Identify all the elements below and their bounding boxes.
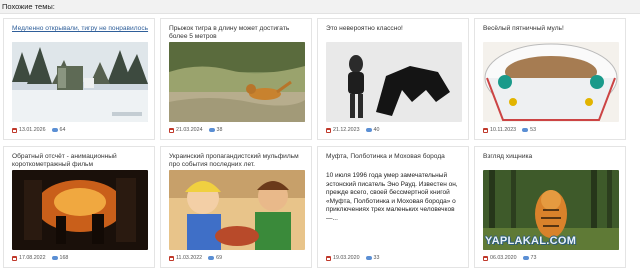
- topic-comment-count: 33: [373, 255, 380, 261]
- comment-icon: [365, 256, 372, 260]
- topic-meta: 06.03.2020 73: [483, 254, 536, 262]
- topic-title-link[interactable]: Медленно открывали, тигру не понравилось: [12, 25, 152, 33]
- topic-title-link[interactable]: Прыжок тигра в длину может достигать бол…: [169, 25, 309, 41]
- topic-card[interactable]: Медленно открывали, тигру не понравилось…: [3, 18, 155, 140]
- topic-title-link[interactable]: Муфта, Полботинка и Моховая борода: [326, 153, 466, 161]
- topic-thumbnail[interactable]: [12, 42, 148, 122]
- topic-meta: 21.03.2024 38: [169, 126, 222, 134]
- topic-card[interactable]: Обратный отсчёт - анимационный короткоме…: [3, 146, 155, 268]
- topic-comment-count: 53: [530, 127, 537, 133]
- topic-meta: 17.08.2022 168: [12, 254, 68, 262]
- comment-icon: [208, 128, 215, 132]
- watermark-logo: YAPLAKAL.COM: [485, 235, 577, 247]
- topic-thumbnail[interactable]: [326, 42, 462, 122]
- topic-thumbnail[interactable]: [169, 170, 305, 250]
- topic-title-link[interactable]: Обратный отсчёт - анимационный короткоме…: [12, 153, 152, 169]
- calendar-icon: [326, 127, 331, 133]
- topic-meta: 11.03.2022 69: [169, 254, 222, 262]
- topic-meta: 10.11.2023 53: [483, 126, 536, 134]
- comment-icon: [51, 256, 58, 260]
- calendar-icon: [483, 127, 488, 133]
- topic-meta: 13.01.2026 64: [12, 126, 65, 134]
- topic-title-link[interactable]: Весёлый пятничный муль!: [483, 25, 623, 33]
- topic-title-link[interactable]: Это невероятно классно!: [326, 25, 466, 33]
- topic-date: 21.12.2023: [333, 127, 360, 133]
- calendar-icon: [326, 255, 331, 261]
- topic-date: 17.08.2022: [19, 255, 46, 261]
- topic-card[interactable]: Это невероятно классно! 21.12.2023 40: [317, 18, 469, 140]
- topic-excerpt: 10 июля 1996 года умер замечательный эст…: [326, 172, 458, 222]
- topic-thumbnail[interactable]: [12, 170, 148, 250]
- topic-card[interactable]: Муфта, Полботинка и Моховая борода 10 ию…: [317, 146, 469, 268]
- comment-icon: [51, 128, 58, 132]
- topic-card[interactable]: Прыжок тигра в длину может достигать бол…: [160, 18, 312, 140]
- comment-icon: [365, 128, 372, 132]
- comment-icon: [522, 128, 529, 132]
- topic-comment-count: 64: [59, 127, 66, 133]
- topic-comment-count: 69: [216, 255, 223, 261]
- topic-date: 06.03.2020: [490, 255, 517, 261]
- comment-icon: [522, 256, 529, 260]
- topic-title-link[interactable]: Украинский пропагандистский мульфильм пр…: [169, 153, 309, 169]
- topic-thumbnail[interactable]: [483, 42, 619, 122]
- similar-topics-header: Похожие темы:: [0, 0, 640, 14]
- topic-comment-count: 73: [530, 255, 537, 261]
- topic-meta: 21.12.2023 40: [326, 126, 379, 134]
- calendar-icon: [12, 127, 17, 133]
- topic-card[interactable]: Взгляд хищника YAPLAKAL.COM 06.03.2020 7…: [474, 146, 626, 268]
- topic-card[interactable]: Весёлый пятничный муль! 10.11.2023 53: [474, 18, 626, 140]
- topic-meta: 19.03.2020 33: [326, 254, 379, 262]
- topic-date: 10.11.2023: [490, 127, 517, 133]
- topic-thumbnail[interactable]: [169, 42, 305, 122]
- topic-date: 13.01.2026: [19, 127, 46, 133]
- topic-card[interactable]: Украинский пропагандистский мульфильм пр…: [160, 146, 312, 268]
- topic-comment-count: 38: [216, 127, 223, 133]
- topic-date: 19.03.2020: [333, 255, 360, 261]
- topic-thumbnail[interactable]: YAPLAKAL.COM: [483, 170, 619, 250]
- topic-date: 21.03.2024: [176, 127, 203, 133]
- calendar-icon: [169, 127, 174, 133]
- topic-comment-count: 40: [373, 127, 380, 133]
- calendar-icon: [483, 255, 488, 261]
- topic-comment-count: 168: [59, 255, 69, 261]
- calendar-icon: [12, 255, 17, 261]
- calendar-icon: [169, 255, 174, 261]
- topic-title-link[interactable]: Взгляд хищника: [483, 153, 623, 161]
- comment-icon: [208, 256, 215, 260]
- topic-date: 11.03.2022: [176, 255, 203, 261]
